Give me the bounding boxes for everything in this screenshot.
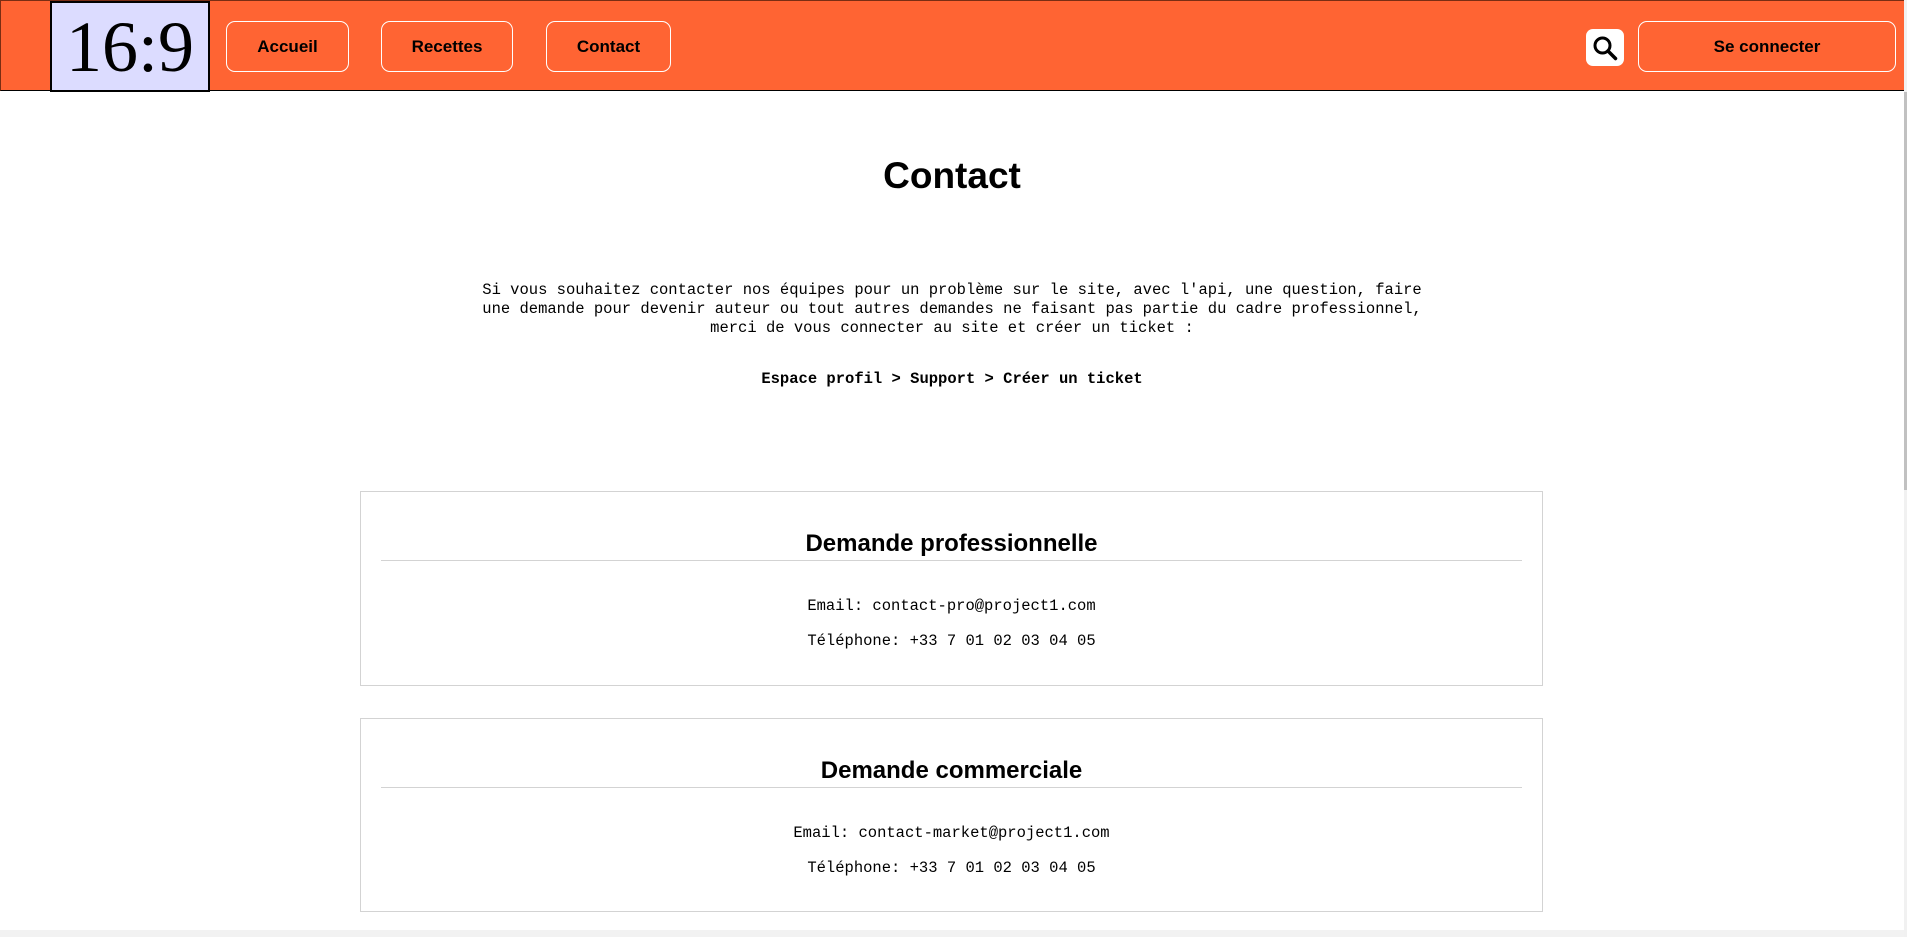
card-title: Demande commerciale [381,757,1522,788]
card-professional-request: Demande professionnelle Email: contact-p… [360,491,1543,686]
nav-recettes-button[interactable]: Recettes [381,21,513,72]
login-button[interactable]: Se connecter [1638,21,1896,72]
site-logo[interactable]: 16:9 [50,1,210,92]
card-email: Email: contact-market@project1.com [793,824,1110,842]
ticket-path: Espace profil > Support > Créer un ticke… [761,370,1143,388]
search-button[interactable] [1586,29,1624,66]
nav-contact-button[interactable]: Contact [546,21,671,72]
card-phone: Téléphone: +33 7 01 02 03 04 05 [807,632,1096,650]
card-phone: Téléphone: +33 7 01 02 03 04 05 [807,859,1096,877]
page-bottom-band [0,930,1904,937]
card-title: Demande professionnelle [381,530,1522,561]
top-navbar: 16:9 Accueil Recettes Contact Se connect… [0,0,1904,92]
page-title: Contact [883,155,1021,196]
card-commercial-request: Demande commerciale Email: contact-marke… [360,718,1543,912]
search-icon [1592,35,1618,61]
page: 16:9 Accueil Recettes Contact Se connect… [0,0,1907,937]
card-email: Email: contact-pro@project1.com [807,597,1096,615]
intro-text: Si vous souhaitez contacter nos équipes … [482,281,1422,337]
nav-accueil-button[interactable]: Accueil [226,21,349,72]
